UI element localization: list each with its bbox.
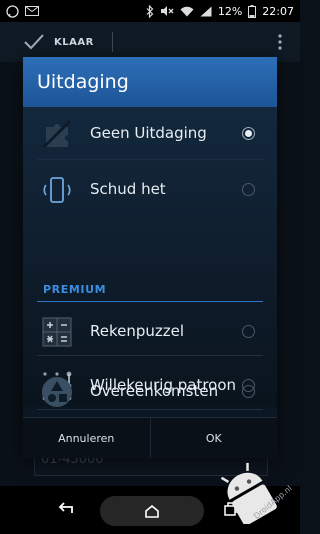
- dialog-options: Geen Uitdaging Schud het PREMIUM Rekenpu…: [23, 107, 277, 410]
- clock: 22:07: [262, 4, 294, 18]
- mute-icon: [160, 5, 174, 17]
- home-icon: [145, 504, 159, 518]
- option-schud-het[interactable]: Schud het: [23, 163, 277, 215]
- shapes-icon: [39, 374, 75, 410]
- radio-unselected[interactable]: [242, 182, 255, 196]
- status-bar: 12% 22:07: [0, 0, 300, 22]
- battery-icon: [248, 4, 257, 18]
- shake-phone-icon: [39, 172, 75, 208]
- signal-icon: [200, 6, 212, 17]
- overflow-menu-icon[interactable]: [278, 34, 282, 50]
- back-icon[interactable]: [58, 502, 74, 514]
- mail-icon: [25, 6, 39, 16]
- app-bar-divider: [112, 32, 113, 52]
- option-label: Schud het: [90, 180, 166, 198]
- option-overeenkomsten[interactable]: Overeenkomsten: [23, 365, 277, 417]
- home-button[interactable]: [100, 496, 204, 526]
- wifi-icon: [180, 6, 194, 17]
- android-mascot-watermark: [216, 460, 278, 528]
- dialog-actions: Annuleren OK: [23, 417, 277, 458]
- cancel-button[interactable]: Annuleren: [23, 418, 150, 458]
- radio-selected[interactable]: [242, 126, 255, 140]
- checkmark-icon: [24, 34, 44, 50]
- ok-button[interactable]: OK: [151, 418, 278, 458]
- premium-section-line: [37, 301, 263, 302]
- option-label: Geen Uitdaging: [90, 124, 207, 142]
- battery-percent: 12%: [217, 4, 243, 18]
- premium-section-header: PREMIUM: [43, 283, 107, 296]
- calculator-icon: [39, 314, 75, 350]
- option-label: Rekenpuzzel: [90, 322, 185, 340]
- done-label: KLAAR: [54, 36, 94, 48]
- puzzle-icon: [39, 116, 75, 152]
- bluetooth-icon: [146, 4, 154, 18]
- option-geen-uitdaging[interactable]: Geen Uitdaging: [23, 107, 277, 159]
- divider: [37, 159, 263, 160]
- option-rekenpuzzel[interactable]: Rekenpuzzel: [23, 305, 277, 357]
- done-button[interactable]: KLAAR: [0, 34, 94, 50]
- radio-unselected[interactable]: [242, 324, 255, 338]
- whatsapp-icon: [6, 4, 19, 18]
- app-bar: KLAAR: [0, 22, 300, 62]
- option-label: Overeenkomsten: [90, 382, 219, 400]
- divider: [37, 355, 263, 356]
- challenge-dialog: Uitdaging Geen Uitdaging Schud het PREMI…: [23, 57, 277, 458]
- dialog-title: Uitdaging: [23, 57, 277, 107]
- radio-unselected[interactable]: [242, 384, 255, 398]
